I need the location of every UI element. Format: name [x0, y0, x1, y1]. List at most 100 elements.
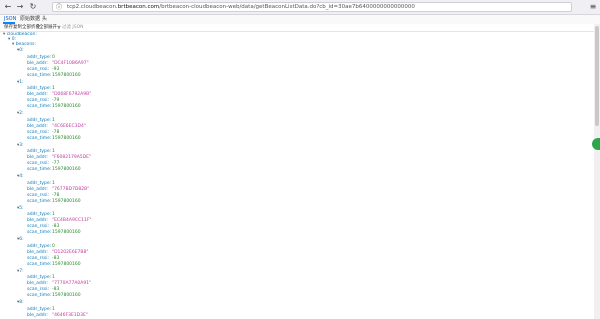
tree-row-beacons[interactable]: ▾ beacons:: [12, 42, 36, 47]
tree-row-field[interactable]: addr_type:0: [27, 244, 55, 249]
json-key: 8:: [19, 300, 24, 305]
json-key: scan_rssi:: [27, 98, 49, 103]
forward-icon[interactable]: →: [15, 2, 25, 12]
json-value: "7770A77A0A91": [52, 281, 92, 286]
json-value: "4646F3E1D3E": [52, 312, 88, 318]
copy-button[interactable]: 复制: [13, 24, 22, 32]
url-text[interactable]: tcp2.cloudbeacon.brtbeacon.com/brtbeacon…: [67, 3, 415, 12]
collapse-arrow-icon[interactable]: ▾: [12, 42, 14, 47]
json-value: -77: [52, 161, 60, 166]
tree-row-field[interactable]: ble_addr: "7677BD7D82B": [27, 187, 89, 192]
json-key: scan_time:: [27, 198, 52, 204]
tree-row-beacon[interactable]: ▾2:: [17, 111, 24, 116]
json-key: scan_rssi:: [27, 129, 49, 135]
json-key: scan_rssi:: [27, 66, 49, 72]
tree-row-beacon[interactable]: ▾1:: [17, 80, 24, 85]
tree-row-field[interactable]: scan_rssi: -93: [27, 67, 59, 72]
json-key: scan_time:: [27, 167, 52, 172]
tree-row-field[interactable]: addr_type:1: [27, 212, 55, 217]
tree-row-beacon[interactable]: ▾0:: [17, 48, 24, 53]
json-value: 1: [52, 117, 55, 123]
tree-row-field[interactable]: addr_type:1: [27, 307, 55, 312]
tree-row-beacon[interactable]: ▾5:: [17, 206, 24, 211]
tree-row-beacon[interactable]: ▾4:: [17, 174, 24, 179]
json-key: ble_addr:: [27, 123, 48, 129]
tree-row-field[interactable]: scan_time:1597800160: [27, 104, 81, 109]
tree-row-field[interactable]: ble_addr: "D068F6792A9B": [27, 92, 91, 97]
tree-row-beacon[interactable]: ▾3:: [17, 143, 24, 148]
tree-row-field[interactable]: ble_addr: "F6082179A5DE": [27, 155, 91, 160]
sidebar-toggle-icon[interactable]: [592, 138, 600, 150]
tree-row-field[interactable]: ble_addr: "DC4F10B6A97": [27, 61, 89, 66]
filter-icon: ▼: [57, 25, 61, 31]
tree-row-field[interactable]: scan_time:1597800160: [27, 136, 81, 141]
save-button[interactable]: 保存: [4, 24, 13, 32]
tree-row-field[interactable]: scan_time:1597800160: [27, 262, 81, 267]
json-key: addr_type:: [27, 117, 52, 123]
tree-row-field[interactable]: scan_rssi: -79: [27, 98, 59, 103]
json-value: 1: [52, 180, 55, 186]
tree-row-field[interactable]: addr_type:1: [27, 118, 55, 123]
json-key: 6:: [19, 237, 24, 242]
tree-row-field[interactable]: ble_addr: "4646F3E1D3E": [27, 313, 88, 318]
json-value: 0: [52, 243, 55, 249]
tree-row-field[interactable]: scan_rssi: -78: [27, 193, 59, 198]
json-key: addr_type:: [27, 212, 52, 217]
json-value: "4C6E6EC3D4": [52, 123, 86, 129]
json-value: "DC4F10B6A97": [52, 60, 89, 66]
collapse-arrow-icon[interactable]: ▾: [8, 37, 10, 42]
json-value: 1597800160: [52, 230, 81, 235]
tree-row-field[interactable]: ble_addr: "7770A77A0A91": [27, 281, 91, 286]
tree-row-field[interactable]: scan_rssi: -78: [27, 130, 59, 135]
tree-row-beacon[interactable]: ▾6:: [17, 237, 24, 242]
json-value: 1597800160: [52, 72, 81, 78]
tree-row-field[interactable]: scan_time:1597800160: [27, 293, 81, 298]
scrollbar-thumb[interactable]: [595, 26, 599, 126]
tab-headers[interactable]: 头: [42, 15, 47, 24]
tab-raw-data[interactable]: 原始数据: [20, 15, 40, 24]
tree-row-field[interactable]: scan_time:1597800160: [27, 167, 81, 172]
json-key: scan_time:: [27, 293, 52, 298]
tree-row-field[interactable]: addr_type:1: [27, 275, 55, 280]
json-key: 3:: [19, 142, 24, 148]
expand-all-button[interactable]: 全部展开: [39, 24, 57, 32]
json-value: -78: [52, 129, 60, 135]
filter-json-input[interactable]: 过滤 JSON: [62, 24, 84, 32]
tree-row-field[interactable]: addr_type:1: [27, 149, 55, 154]
json-value: -93: [52, 66, 60, 72]
page-info-icon[interactable]: ⓘ: [56, 3, 62, 12]
menu-icon[interactable]: ≡: [588, 2, 598, 12]
tree-row-field[interactable]: scan_rssi: -83: [27, 224, 59, 229]
tree-row-beacon[interactable]: ▾7:: [17, 269, 24, 274]
collapse-all-button[interactable]: 全部折叠: [22, 24, 40, 32]
tree-row-field[interactable]: scan_rssi: -83: [27, 256, 59, 261]
json-value: "D068F6792A9B": [52, 92, 92, 97]
json-key: scan_time:: [27, 104, 52, 109]
json-value: 1597800160: [52, 104, 81, 109]
tree-row-field[interactable]: ble_addr: "4C6E6EC3D4": [27, 124, 86, 129]
reload-icon[interactable]: ↻: [28, 2, 38, 12]
json-key: scan_time:: [27, 72, 52, 78]
tree-row-field[interactable]: addr_type:1: [27, 181, 55, 186]
json-key: ble_addr:: [27, 249, 48, 255]
tree-row-field[interactable]: scan_rssi: -77: [27, 161, 59, 166]
json-value: "7677BD7D82B": [52, 186, 90, 192]
collapse-arrow-icon[interactable]: ▾: [3, 32, 5, 37]
json-key: ble_addr:: [27, 218, 48, 223]
json-value: 1597800160: [52, 293, 81, 298]
tree-row-field[interactable]: addr_type:1: [27, 86, 55, 91]
json-value: 1: [52, 212, 55, 217]
tree-row-field[interactable]: scan_rssi: -83: [27, 287, 59, 292]
json-value: -79: [52, 98, 60, 103]
tree-row-field[interactable]: scan_time:1597800160: [27, 199, 81, 204]
tree-row-beacon[interactable]: ▾8:: [17, 300, 24, 305]
tree-row-field[interactable]: addr_type:0: [27, 55, 55, 60]
tree-row-field[interactable]: ble_addr: "D1202E6E7B8": [27, 250, 88, 255]
back-icon[interactable]: ←: [3, 2, 13, 12]
tree-row-field[interactable]: scan_time:1597800160: [27, 73, 81, 78]
tree-row-field[interactable]: scan_time:1597800160: [27, 230, 81, 235]
json-key: 5:: [19, 205, 24, 211]
json-key: scan_rssi:: [27, 161, 49, 166]
url-bar[interactable]: ⓘ tcp2.cloudbeacon.brtbeacon.com/brtbeac…: [52, 2, 572, 12]
tree-row-field[interactable]: ble_addr: "EC4B4A9CC11F": [27, 218, 91, 223]
